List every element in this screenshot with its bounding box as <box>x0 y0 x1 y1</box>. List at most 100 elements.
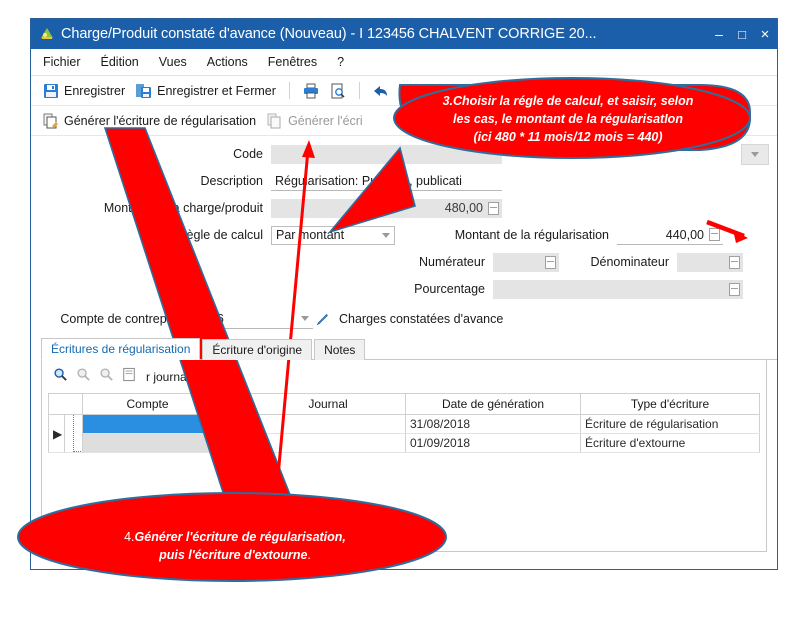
col-type-ecriture[interactable]: Type d'écriture <box>580 393 760 415</box>
callout2-number: 4. <box>124 530 135 544</box>
cell-code[interactable]: OD <box>212 414 251 434</box>
tab-ecritures-de-regularisation[interactable]: Écritures de régularisation <box>41 338 201 360</box>
numerator-label: Numérateur <box>419 255 485 269</box>
row-selector-arrow[interactable]: ▶ <box>48 414 65 453</box>
counterpart-account-field[interactable]: 486 <box>199 309 313 329</box>
cell-type[interactable]: Écriture d'extourne <box>580 433 760 453</box>
toolbar-separator-2 <box>358 82 360 99</box>
cell-type[interactable]: Écriture de régularisation <box>580 414 760 434</box>
undo-button[interactable] <box>371 82 391 100</box>
tab-notes[interactable]: Notes <box>314 339 366 360</box>
cell-journal[interactable] <box>250 414 406 434</box>
save-button[interactable]: Enregistrer <box>41 82 127 100</box>
search-prev-icon[interactable] <box>76 367 91 387</box>
callout2-line1-text: Générer l'écriture de régularisation, <box>134 530 346 544</box>
denominator-field[interactable] <box>677 252 743 272</box>
pencil-icon <box>316 313 328 325</box>
header-dropdown-button[interactable] <box>741 143 769 165</box>
form-area: Code Description Régularisation: Publici… <box>31 136 777 331</box>
counterpart-account-label: Compte de contrepartie <box>60 312 191 326</box>
save-and-close-button[interactable]: Enregistrer et Fermer <box>134 82 278 100</box>
callout1-line1: 3.Choisir la régle de calcul, et saisir,… <box>442 94 694 108</box>
menu-item-actions[interactable]: Actions <box>207 55 248 69</box>
cell-date[interactable]: 01/09/2018 <box>405 433 581 453</box>
cell-code[interactable]: OD <box>212 433 251 453</box>
description-field[interactable]: Régularisation: Publicité, publicati <box>271 171 502 191</box>
callout2-line1: 4.Générer l'écriture de régularisation, <box>45 528 425 546</box>
amount-value: 480,00 <box>444 201 483 215</box>
form-row-amount: Montant de la charge/produit 480,00 <box>31 196 777 220</box>
adjustment-amount-label: Montant de la régularisation <box>454 228 609 242</box>
col-compte[interactable]: Compte <box>82 393 213 415</box>
grid-toolbar: r journal <box>48 366 760 388</box>
calculator-icon[interactable] <box>545 255 556 269</box>
form-row-calc-rule: Règle de calcul Par montant Montant de l… <box>31 223 777 247</box>
form-row-counterpart-account: Compte de contrepartie 486 Charges const… <box>31 307 777 331</box>
cell-date[interactable]: 31/08/2018 <box>405 414 581 434</box>
close-button[interactable] <box>759 27 771 42</box>
calculator-icon[interactable] <box>709 228 720 241</box>
print-button[interactable] <box>301 82 321 100</box>
callout2-line2: puis l'écriture d'extourne. <box>45 546 425 564</box>
generate-reversal-entry-label: Générer l'écri <box>288 113 363 128</box>
callout2-line2-text: puis l'écriture d'extourne <box>159 548 308 563</box>
journal-icon[interactable] <box>122 367 136 387</box>
title-bar: Charge/Produit constaté d'avance (Nouvea… <box>31 19 777 49</box>
cell-journal[interactable] <box>250 433 406 453</box>
form-row-numerator-denominator: Numérateur Dénominateur <box>31 250 777 274</box>
callout2-text: 4.Générer l'écriture de régularisation, … <box>45 528 425 564</box>
menu-item-edition[interactable]: Édition <box>101 55 139 69</box>
entries-table: Compte Journal Date de génération Type d… <box>48 393 760 453</box>
cell-compte[interactable] <box>82 414 213 434</box>
code-field[interactable] <box>271 144 502 164</box>
menu-bar: Fichier Édition Vues Actions Fenêtres ? <box>31 49 777 76</box>
cell-compte[interactable] <box>82 433 213 453</box>
table-row[interactable]: OD 01/09/2018 Écriture d'extourne <box>49 433 760 453</box>
menu-item-fichier[interactable]: Fichier <box>43 55 81 69</box>
amount-field[interactable]: 480,00 <box>271 198 502 218</box>
col-expander <box>64 393 83 415</box>
edit-account-button[interactable] <box>313 313 331 326</box>
search-icon[interactable] <box>53 367 68 387</box>
chevron-down-icon <box>382 232 390 238</box>
generate-adjustment-entry-button[interactable]: Générer l'écriture de régularisation <box>41 112 258 130</box>
chevron-down-icon <box>301 316 309 321</box>
calculator-icon[interactable] <box>729 255 740 269</box>
generate-entry-icon <box>43 113 59 129</box>
menu-item-fenetres[interactable]: Fenêtres <box>268 55 317 69</box>
menu-item-vues[interactable]: Vues <box>159 55 187 69</box>
calc-rule-value: Par montant <box>276 228 345 242</box>
printer-icon <box>303 83 319 99</box>
toolbar-separator-1 <box>288 82 290 99</box>
generate-reversal-entry-button[interactable]: Générer l'écri <box>265 112 365 130</box>
table-header-row: Compte Journal Date de génération Type d… <box>48 393 760 415</box>
search-next-icon[interactable] <box>99 367 114 387</box>
floppy-disk-close-icon <box>136 83 152 99</box>
table-row[interactable]: ▶ OD 31/08/2018 Écriture de régularisati… <box>48 414 760 453</box>
callout1-line2: les cas, le montant de la régularisatIon <box>453 112 683 127</box>
tab-panel: r journal Compte Journal Date de générat… <box>41 360 767 552</box>
tab-ecriture-d-origine[interactable]: Écriture d'origine <box>202 339 313 360</box>
description-label: Description <box>200 174 263 188</box>
form-row-percentage: Pourcentage <box>31 277 777 301</box>
col-date-generation[interactable]: Date de génération <box>405 393 581 415</box>
callout1-text: 3.Choisir la régle de calcul, et saisir,… <box>396 92 740 146</box>
denominator-label: Dénominateur <box>590 255 669 269</box>
menu-item-help[interactable]: ? <box>337 55 344 69</box>
window-title: Charge/Produit constaté d'avance (Nouvea… <box>61 26 597 42</box>
col-journal[interactable]: Journal <box>250 393 406 415</box>
floppy-disk-icon <box>43 83 59 99</box>
maximize-button[interactable] <box>736 28 748 41</box>
print-preview-button[interactable] <box>328 82 348 100</box>
calculator-icon[interactable] <box>729 282 740 296</box>
percentage-field[interactable] <box>493 279 743 299</box>
calculator-icon[interactable] <box>488 201 499 215</box>
numerator-field[interactable] <box>493 252 559 272</box>
adjustment-amount-field[interactable]: 440,00 <box>617 225 723 245</box>
col-code[interactable] <box>212 393 251 415</box>
counterpart-account-value: 486 <box>203 311 224 326</box>
minimize-button[interactable] <box>713 27 725 41</box>
generate-adjustment-entry-label: Générer l'écriture de régularisation <box>64 113 257 128</box>
tree-expander[interactable] <box>64 414 83 453</box>
calc-rule-select[interactable]: Par montant <box>271 225 395 245</box>
